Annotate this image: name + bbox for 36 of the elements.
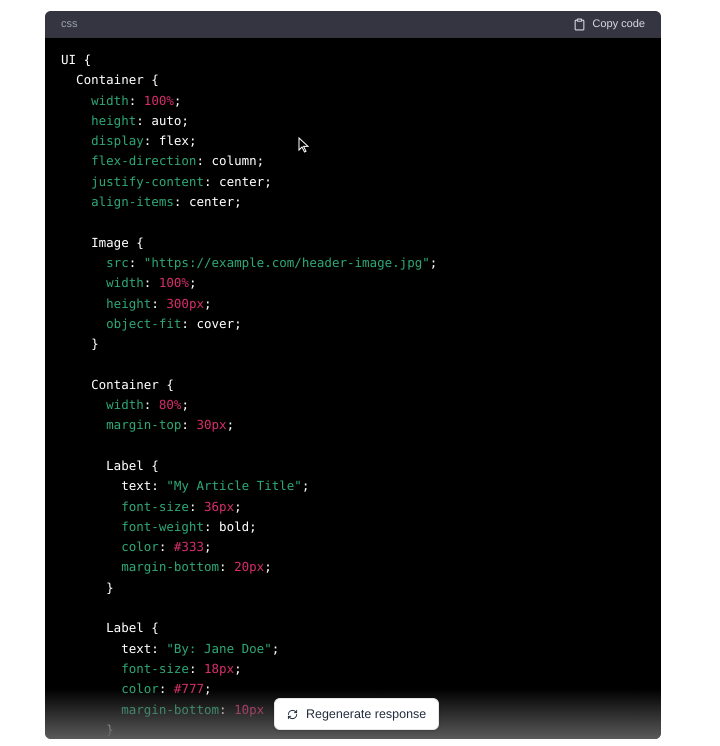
code-line: object-fit: cover;	[105, 314, 242, 333]
code-line: margin-bottom: 20px;	[120, 558, 272, 576]
code-line: align-items: center;	[90, 193, 242, 212]
code-line: color: #777;	[120, 680, 212, 698]
code-line: font-weight: bold;	[120, 518, 257, 536]
code-line: height: auto;	[90, 112, 189, 130]
cursor-icon	[298, 137, 309, 153]
code-line: text: "My Article Title";	[120, 477, 310, 496]
code-line: }	[90, 335, 99, 354]
code-line: width: 80%;	[105, 396, 189, 414]
code-line: }	[105, 578, 114, 597]
code-line: height: 300px;	[105, 294, 212, 313]
code-line: text: "By: Jane Doe";	[120, 640, 280, 658]
code-line: color: #333;	[120, 538, 212, 556]
code-line: flex-direction: column;	[90, 152, 264, 170]
code-line: font-size: 36px;	[120, 498, 242, 516]
code-line: Image {	[90, 234, 144, 252]
code-line: Container {	[90, 376, 174, 394]
code-line: display: flex;	[90, 132, 196, 150]
code-line: src: "https://example.com/header-image.jpg";	[105, 254, 438, 272]
code-line: UI {	[61, 51, 92, 69]
code-line: font-size: 18px;	[120, 660, 242, 678]
code-line: Label {	[105, 456, 159, 475]
code-line: justify-content: center;	[90, 172, 272, 191]
code-line: }	[105, 720, 114, 739]
refresh-icon	[287, 708, 298, 720]
code-line: width: 100%;	[105, 274, 196, 292]
code-line: Container {	[75, 71, 159, 90]
code-line: margin-bottom: 10px	[120, 700, 264, 719]
clipboard-icon	[573, 18, 586, 31]
language-label: css	[61, 17, 78, 32]
regenerate-response-button[interactable]: Regenerate response	[274, 698, 440, 730]
code-line: margin-top: 30px;	[105, 416, 234, 434]
code-line: width: 100%;	[90, 92, 182, 110]
code-line: Label {	[105, 619, 159, 638]
copy-code-button[interactable]: Copy code	[573, 16, 645, 33]
